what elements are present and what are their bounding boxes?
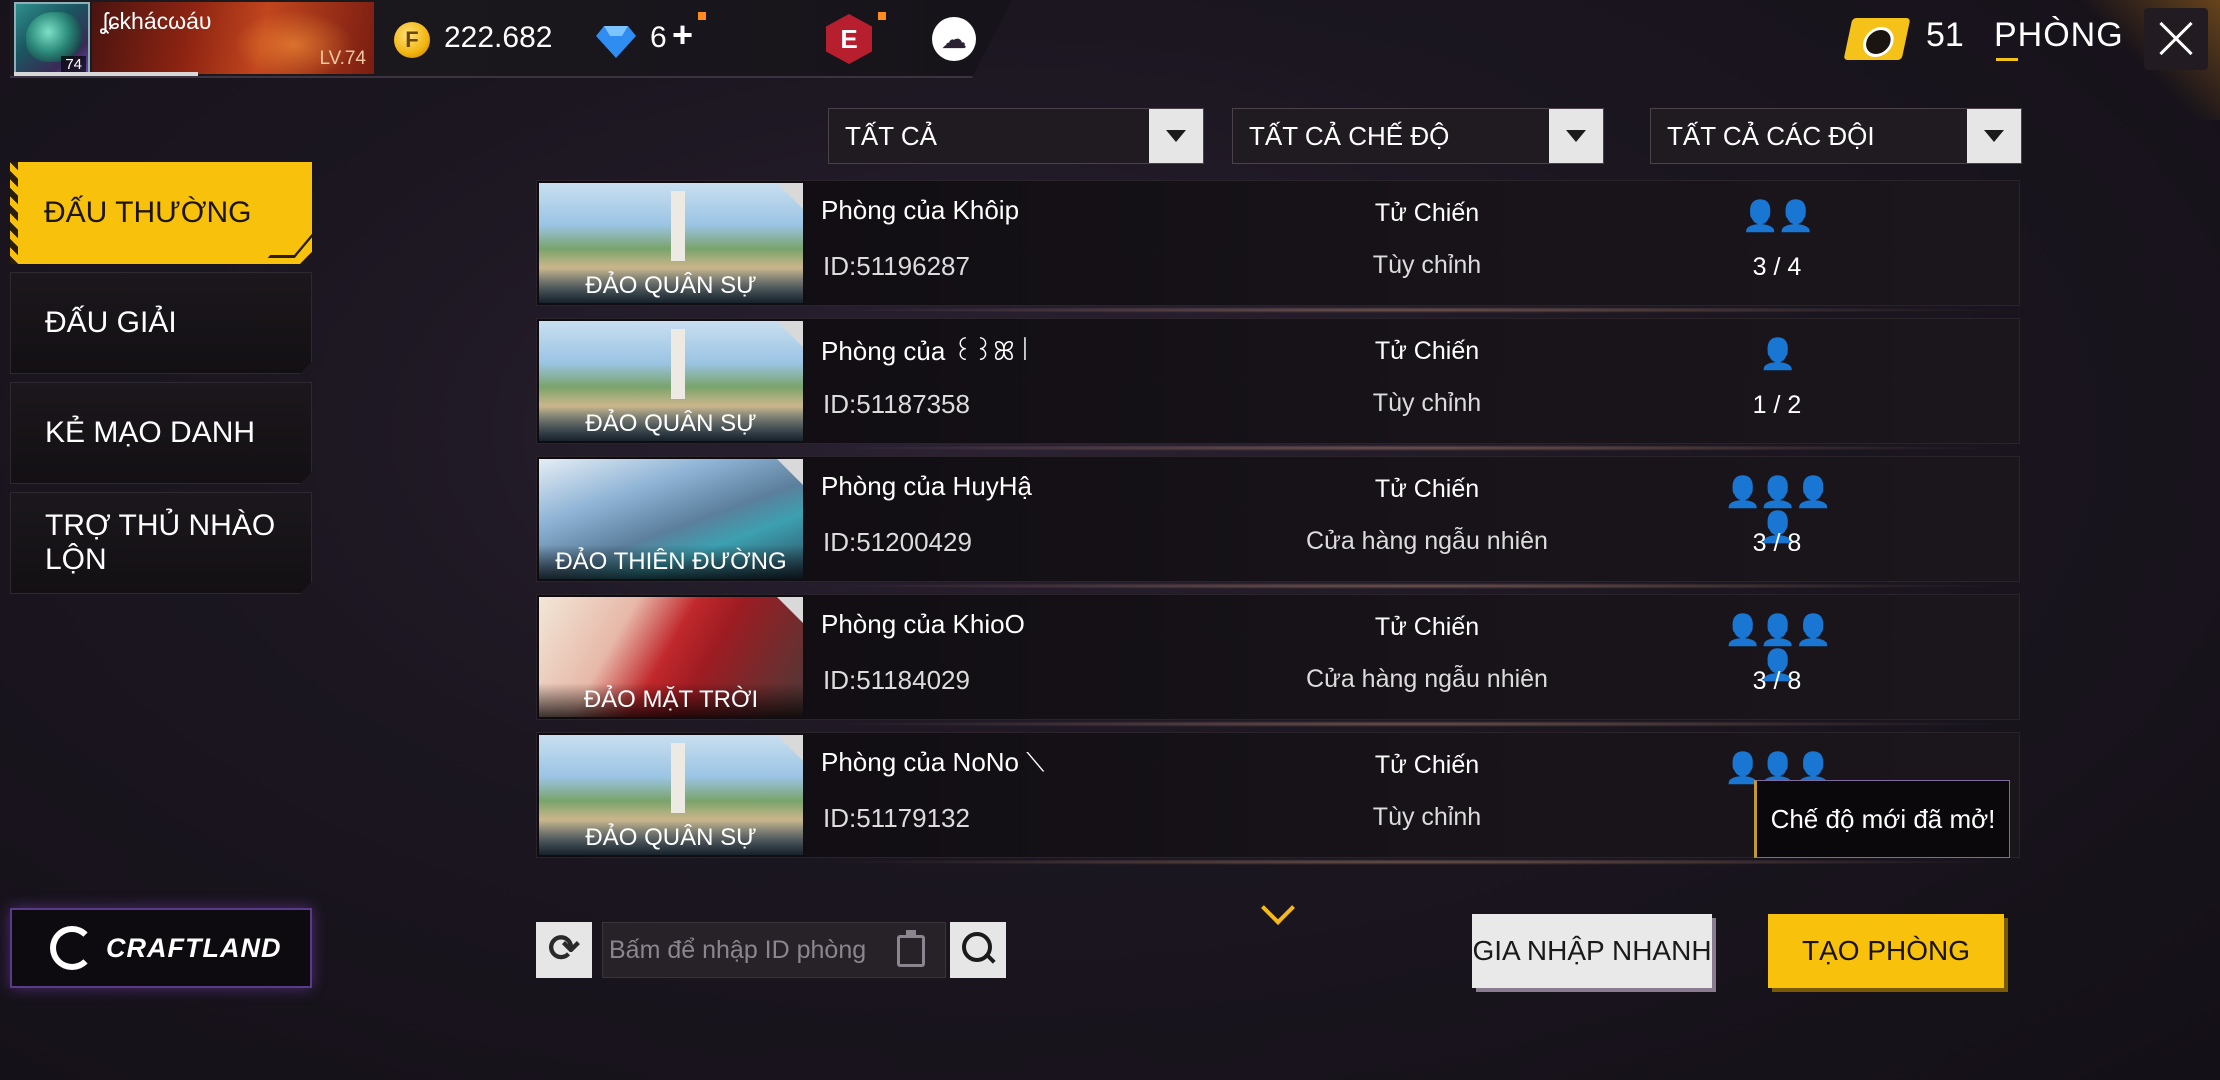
dragon-avatar-image [26, 12, 82, 62]
room-row[interactable]: ĐẢO THIÊN ĐƯỜNG Phòng của HuyHậ ID:51200… [536, 456, 2020, 589]
room-name: Phòng của HuyHậ [821, 471, 1033, 501]
thumbnail-corner [777, 321, 803, 347]
diamond-icon [596, 26, 636, 58]
elite-notification-dot [878, 12, 886, 20]
map-name: ĐẢO QUÂN SỰ [539, 269, 803, 303]
player-level-label: LV.74 [319, 48, 367, 69]
map-thumbnail: ĐẢO QUÂN SỰ [539, 321, 803, 441]
craftland-button[interactable]: CRAFTLAND [10, 908, 312, 988]
sidebar-item-parkour[interactable]: TRỢ THỦ NHÀO LỘN [10, 492, 312, 594]
player-count: 3 / 4 [1752, 253, 1802, 281]
sidebar-item-label: ĐẤU THƯỜNG [44, 196, 252, 229]
thumbnail-corner [777, 183, 803, 209]
craftland-logo-icon [50, 926, 94, 970]
team-size-icon: 👤👤 [1741, 200, 1815, 233]
filter-all-dropdown[interactable]: TẤT CẢ [828, 108, 1204, 164]
filter-team-label: TẤT CẢ CÁC ĐỘI [1667, 121, 1875, 151]
map-thumbnail: ĐẢO QUÂN SỰ [539, 735, 803, 855]
lighthouse-graphic [671, 191, 685, 261]
topup-plus-button[interactable]: + [672, 14, 693, 56]
player-count: 3 / 8 [1752, 529, 1802, 557]
room-id: ID:51179132 [823, 803, 970, 833]
room-setting: Tùy chỉnh [1372, 251, 1482, 279]
avatar-level: 74 [61, 56, 86, 73]
room-id-input[interactable] [603, 923, 883, 977]
room-mode: Tử Chiến [1374, 751, 1480, 779]
room-id: ID:51200429 [823, 527, 972, 557]
map-name: ĐẢO THIÊN ĐƯỜNG [539, 545, 803, 579]
map-thumbnail: ĐẢO QUÂN SỰ [539, 183, 803, 303]
scroll-down-chevron-icon[interactable] [1261, 891, 1295, 925]
room-setting: Cửa hàng ngẫu nhiên [1306, 527, 1548, 555]
team-size-icon: 👤 [1759, 338, 1796, 371]
map-name: ĐẢO QUÂN SỰ [539, 821, 803, 855]
thumbnail-corner [777, 597, 803, 623]
player-count: 3 / 8 [1752, 667, 1802, 695]
title-underline [1996, 58, 2018, 61]
sidebar-item-impostor[interactable]: KẺ MẠO DANH [10, 382, 312, 484]
close-button[interactable] [2144, 8, 2208, 70]
chevron-down-icon [1967, 109, 2021, 163]
room-id: ID:51184029 [823, 665, 970, 695]
player-name: ʆɕkhácωáυ [100, 8, 212, 34]
xp-progress-bar [14, 72, 198, 76]
room-setting: Tùy chỉnh [1372, 389, 1482, 417]
room-name: Phòng của Khôip [821, 195, 1020, 225]
quick-join-button[interactable]: GIA NHẬP NHANH [1472, 914, 1712, 988]
lighthouse-graphic [671, 743, 685, 813]
room-card-icon [1843, 18, 1911, 60]
room-setting: Tùy chỉnh [1372, 803, 1482, 831]
room-name: Phòng của NoNo ⟍ [821, 747, 1045, 777]
room-name: Phòng của KhioO [821, 609, 1025, 639]
filter-all-label: TẤT CẢ [845, 121, 937, 151]
chevron-down-icon [1549, 109, 1603, 163]
new-mode-tooltip: Chế độ mới đã mở! [1754, 780, 2010, 858]
create-room-button[interactable]: TẠO PHÒNG [1768, 914, 2004, 988]
player-banner[interactable]: ʆɕkhácωáυ LV.74 [92, 2, 374, 74]
map-thumbnail: ĐẢO MẶT TRỜI [539, 597, 803, 717]
lighthouse-graphic [671, 329, 685, 399]
map-name: ĐẢO QUÂN SỰ [539, 407, 803, 441]
map-thumbnail: ĐẢO THIÊN ĐƯỜNG [539, 459, 803, 579]
refresh-button[interactable]: ⟳ [536, 922, 592, 978]
sidebar-item-label: ĐẤU GIẢI [45, 306, 177, 339]
room-row[interactable]: ĐẢO MẶT TRỜI Phòng của KhioO ID:51184029… [536, 594, 2020, 727]
sidebar-item-label: KẺ MẠO DANH [45, 416, 256, 449]
filter-team-dropdown[interactable]: TẤT CẢ CÁC ĐỘI [1650, 108, 2022, 164]
room-mode: Tử Chiến [1374, 337, 1480, 365]
craftland-label: CRAFTLAND [106, 932, 282, 963]
chevron-down-icon [1149, 109, 1203, 163]
gold-amount: 222.682 [444, 21, 553, 54]
player-avatar[interactable]: 74 [14, 2, 90, 76]
room-id: ID:51196287 [823, 251, 970, 281]
search-button[interactable] [950, 922, 1006, 978]
map-name: ĐẢO MẶT TRỜI [539, 683, 803, 717]
sidebar-item-label: TRỢ THỦ NHÀO LỘN [45, 509, 276, 576]
thumbnail-corner [777, 459, 803, 485]
player-count: 1 / 2 [1752, 391, 1802, 419]
room-card-count: 51 [1926, 16, 1964, 54]
topup-notification-dot [698, 12, 706, 20]
filter-mode-dropdown[interactable]: TẤT CẢ CHẾ ĐỘ [1232, 108, 1604, 164]
diamond-amount: 6 [650, 21, 667, 54]
room-name: Phòng của ꒰꒱ꕤ꒐ [821, 336, 1036, 366]
sidebar-item-tournament[interactable]: ĐẤU GIẢI [10, 272, 312, 374]
gold-coin-icon: F [394, 22, 430, 58]
room-setting: Cửa hàng ngẫu nhiên [1306, 665, 1548, 693]
clipboard-icon[interactable] [897, 930, 925, 967]
cloud-download-icon[interactable]: ☁ [932, 17, 976, 61]
room-mode: Tử Chiến [1374, 199, 1480, 227]
thumbnail-corner [777, 735, 803, 761]
page-title: PHÒNG [1994, 16, 2124, 54]
room-row[interactable]: ĐẢO QUÂN SỰ Phòng của ꒰꒱ꕤ꒐ ID:51187358 T… [536, 318, 2020, 451]
room-mode: Tử Chiến [1374, 475, 1480, 503]
sidebar-item-normal-match[interactable]: ĐẤU THƯỜNG [10, 162, 312, 264]
room-id: ID:51187358 [823, 389, 970, 419]
room-mode: Tử Chiến [1374, 613, 1480, 641]
filter-mode-label: TẤT CẢ CHẾ ĐỘ [1249, 121, 1450, 151]
room-row[interactable]: ĐẢO QUÂN SỰ Phòng của Khôip ID:51196287 … [536, 180, 2020, 313]
room-id-search-box [602, 922, 946, 978]
